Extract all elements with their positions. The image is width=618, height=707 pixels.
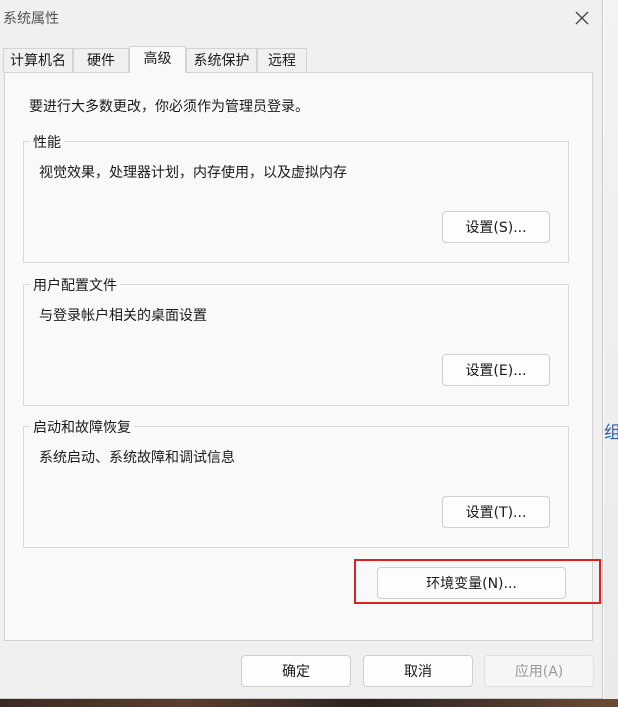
tab-computer-name[interactable]: 计算机名 [3,48,73,72]
tab-advanced[interactable]: 高级 [129,46,186,73]
tab-system-protection[interactable]: 系统保护 [186,48,257,72]
performance-group: 性能 视觉效果，处理器计划，内存使用，以及虚拟内存 设置(S)... [23,132,569,263]
user-profiles-description: 与登录帐户相关的桌面设置 [39,308,207,324]
close-button[interactable] [566,4,598,32]
highlight-box [354,559,601,604]
startup-recovery-settings-button[interactable]: 设置(T)... [442,496,550,528]
ok-button[interactable]: 确定 [241,655,351,687]
dialog-title: 系统属性 [3,11,59,27]
tab-hardware[interactable]: 硬件 [73,48,129,72]
startup-recovery-legend: 启动和故障恢复 [30,417,134,437]
tab-remote[interactable]: 远程 [257,48,307,72]
advanced-tab-panel: 要进行大多数更改，你必须作为管理员登录。 性能 视觉效果，处理器计划，内存使用，… [4,72,593,641]
close-icon [575,11,589,25]
user-profiles-legend: 用户配置文件 [30,275,120,295]
user-profiles-group: 用户配置文件 与登录帐户相关的桌面设置 设置(E)... [23,275,569,406]
background-window: 组 [604,0,618,707]
startup-recovery-description: 系统启动、系统故障和调试信息 [39,450,235,466]
cancel-button[interactable]: 取消 [363,655,473,687]
admin-notice: 要进行大多数更改，你必须作为管理员登录。 [29,99,309,115]
performance-legend: 性能 [30,132,64,152]
performance-settings-button[interactable]: 设置(S)... [442,211,550,243]
background-text: 组 [604,423,618,443]
apply-button[interactable]: 应用(A) [484,655,594,687]
system-properties-dialog: 系统属性 计算机名 硬件 高级 系统保护 远程 要进行大多数更改，你必须作为管理… [0,0,603,699]
performance-description: 视觉效果，处理器计划，内存使用，以及虚拟内存 [39,165,347,181]
background-desktop [0,699,618,707]
startup-recovery-group: 启动和故障恢复 系统启动、系统故障和调试信息 设置(T)... [23,417,569,548]
user-profiles-settings-button[interactable]: 设置(E)... [442,354,550,386]
